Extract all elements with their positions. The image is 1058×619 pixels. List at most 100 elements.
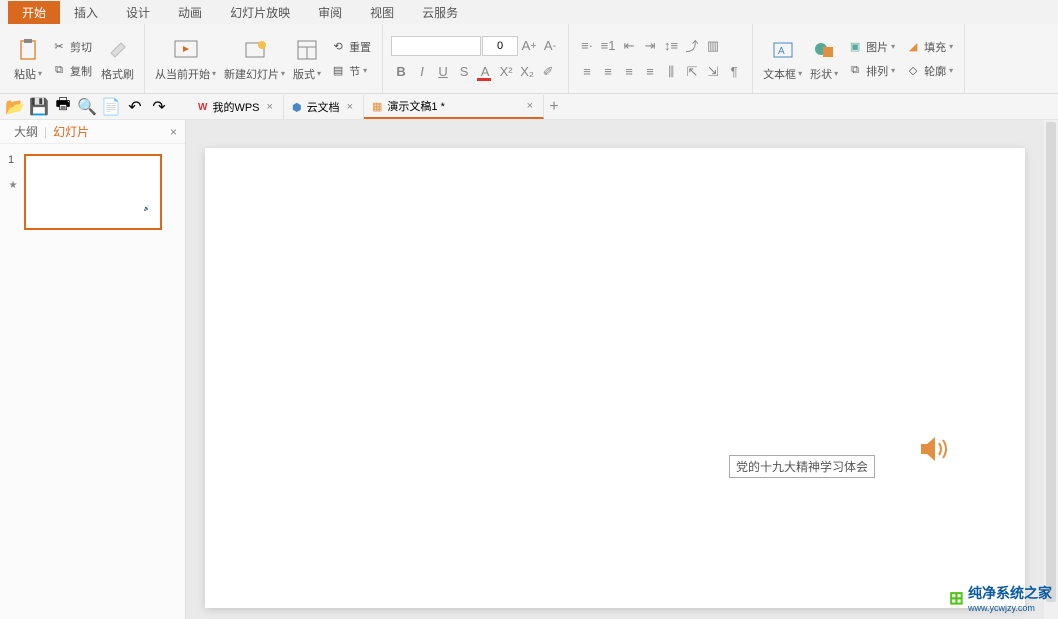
paragraph-dialog-button[interactable]: ¶: [724, 62, 744, 82]
columns-button[interactable]: ▥: [703, 36, 723, 56]
svg-text:A: A: [778, 46, 785, 57]
bold-button[interactable]: B: [391, 62, 411, 82]
ribbon-group-paragraph: ≡· ≡1 ⇤ ⇥ ↕≡ ⤴ ▥ ≡ ≡ ≡ ≡ ⫼ ⇱ ⇲ ¶: [569, 24, 753, 93]
clear-format-button[interactable]: ✐: [538, 62, 558, 82]
menu-tab-review[interactable]: 审阅: [304, 1, 356, 24]
menu-tab-design[interactable]: 设计: [112, 1, 164, 24]
decrease-indent-button[interactable]: ⇤: [619, 36, 639, 56]
close-tab-button[interactable]: ×: [265, 101, 275, 113]
align-right-button[interactable]: ≡: [619, 62, 639, 82]
redo-button[interactable]: ↷: [150, 98, 168, 116]
arrange-button[interactable]: ⧉排列▾: [844, 61, 898, 81]
reset-button[interactable]: ⟲重置: [327, 37, 374, 57]
doc-tab-label: 演示文稿1 *: [387, 98, 444, 114]
scissors-icon: ✂: [51, 39, 67, 55]
menu-tab-slideshow[interactable]: 幻灯片放映: [216, 1, 304, 24]
play-icon: [172, 36, 200, 64]
underline-button[interactable]: U: [433, 62, 453, 82]
doc-tab-cloud[interactable]: ⬢ 云文档 ×: [284, 95, 364, 119]
textbox-button[interactable]: A 文本框▾: [759, 24, 806, 93]
preview-icon: 🔍: [77, 97, 97, 117]
doc-tab-label: 云文档: [307, 99, 340, 115]
line-spacing-button[interactable]: ↕≡: [661, 36, 681, 56]
arrange-label: 排列: [866, 63, 888, 79]
copy-button[interactable]: ⧉复制: [48, 61, 95, 81]
slides-tab[interactable]: 幻灯片: [47, 123, 95, 140]
shape-button[interactable]: 形状▾: [806, 24, 842, 93]
close-tab-button[interactable]: ×: [525, 100, 535, 112]
menu-tab-cloud[interactable]: 云服务: [408, 1, 472, 24]
brush-icon: [104, 36, 132, 64]
outline-button[interactable]: ◇轮廓▾: [902, 61, 956, 81]
bullets-button[interactable]: ≡·: [577, 36, 597, 56]
slide-workspace[interactable]: 党的十九大精神学习体会: [186, 120, 1044, 619]
export-pdf-button[interactable]: 📄: [102, 98, 120, 116]
wps-icon: W: [198, 102, 207, 113]
cut-button[interactable]: ✂剪切: [48, 37, 95, 57]
menu-tab-view[interactable]: 视图: [356, 1, 408, 24]
increase-font-button[interactable]: A+: [519, 36, 539, 56]
font-size-input[interactable]: [482, 36, 518, 56]
numbering-button[interactable]: ≡1: [598, 36, 618, 56]
text-direction-button[interactable]: ⤴: [682, 36, 702, 56]
strike-button[interactable]: S: [454, 62, 474, 82]
menu-tab-animation[interactable]: 动画: [164, 1, 216, 24]
animation-indicator-icon[interactable]: ★: [8, 180, 18, 191]
presentation-icon: ▦: [372, 100, 382, 113]
start-from-current-button[interactable]: 从当前开始▾: [151, 24, 220, 93]
align-center-button[interactable]: ≡: [598, 62, 618, 82]
scrollbar-thumb[interactable]: [1046, 122, 1056, 602]
align-justify-button[interactable]: ≡: [640, 62, 660, 82]
arrange-icon: ⧉: [847, 63, 863, 79]
open-button[interactable]: 📂: [6, 98, 24, 116]
save-icon: 💾: [29, 97, 49, 117]
close-tab-button[interactable]: ×: [345, 101, 355, 113]
font-family-input[interactable]: [391, 36, 481, 56]
audio-object[interactable]: [919, 435, 953, 468]
new-slide-button[interactable]: 新建幻灯片▾: [220, 24, 289, 93]
distribute-button[interactable]: ⫼: [661, 62, 681, 82]
layout-icon: [293, 36, 321, 64]
picture-icon: ▣: [847, 39, 863, 55]
vertical-scrollbar[interactable]: [1044, 120, 1058, 619]
menu-tab-start[interactable]: 开始: [8, 1, 60, 24]
italic-button[interactable]: I: [412, 62, 432, 82]
add-tab-button[interactable]: +: [544, 98, 564, 116]
save-button[interactable]: 💾: [30, 98, 48, 116]
print-preview-button[interactable]: 🔍: [78, 98, 96, 116]
thumbnail-list: 1 ★ 🔊: [0, 144, 185, 240]
subscript-button[interactable]: X₂: [517, 62, 537, 82]
ribbon-group-slide: 从当前开始▾ 新建幻灯片▾ 版式▾ ⟲重置 ▤节▾: [145, 24, 383, 93]
paste-label: 粘贴: [14, 66, 36, 82]
increase-indent-button[interactable]: ⇥: [640, 36, 660, 56]
layout-button[interactable]: 版式▾: [289, 24, 325, 93]
doc-tab-label: 我的WPS: [212, 99, 259, 115]
doc-tab-mywps[interactable]: W 我的WPS ×: [190, 95, 284, 119]
print-button[interactable]: 🖶: [54, 98, 72, 116]
indent-left-button[interactable]: ⇱: [682, 62, 702, 82]
slide-thumbnail[interactable]: 🔊: [24, 154, 162, 230]
decrease-font-button[interactable]: A-: [540, 36, 560, 56]
ribbon-group-font: A+ A- B I U S A X² X₂ ✐: [383, 24, 569, 93]
fill-button[interactable]: ◢填充▾: [902, 37, 956, 57]
panel-close-button[interactable]: ×: [170, 125, 177, 139]
cut-label: 剪切: [70, 39, 92, 55]
font-color-button[interactable]: A: [475, 62, 495, 82]
outline-icon: ◇: [905, 63, 921, 79]
section-button[interactable]: ▤节▾: [327, 61, 374, 81]
slide-canvas[interactable]: 党的十九大精神学习体会: [205, 148, 1025, 608]
align-left-button[interactable]: ≡: [577, 62, 597, 82]
text-placeholder[interactable]: 党的十九大精神学习体会: [729, 455, 875, 478]
format-painter-button[interactable]: 格式刷: [97, 24, 138, 93]
outline-tab[interactable]: 大纲: [8, 123, 44, 140]
slide-number: 1: [8, 154, 18, 166]
picture-button[interactable]: ▣图片▾: [844, 37, 898, 57]
indent-right-button[interactable]: ⇲: [703, 62, 723, 82]
undo-button[interactable]: ↶: [126, 98, 144, 116]
doc-tab-presentation[interactable]: ▦ 演示文稿1 * ×: [364, 95, 544, 119]
superscript-button[interactable]: X²: [496, 62, 516, 82]
section-label: 节: [349, 63, 360, 79]
menu-tab-insert[interactable]: 插入: [60, 1, 112, 24]
paste-button[interactable]: 粘贴▾: [10, 24, 46, 93]
pdf-icon: 📄: [101, 97, 121, 117]
